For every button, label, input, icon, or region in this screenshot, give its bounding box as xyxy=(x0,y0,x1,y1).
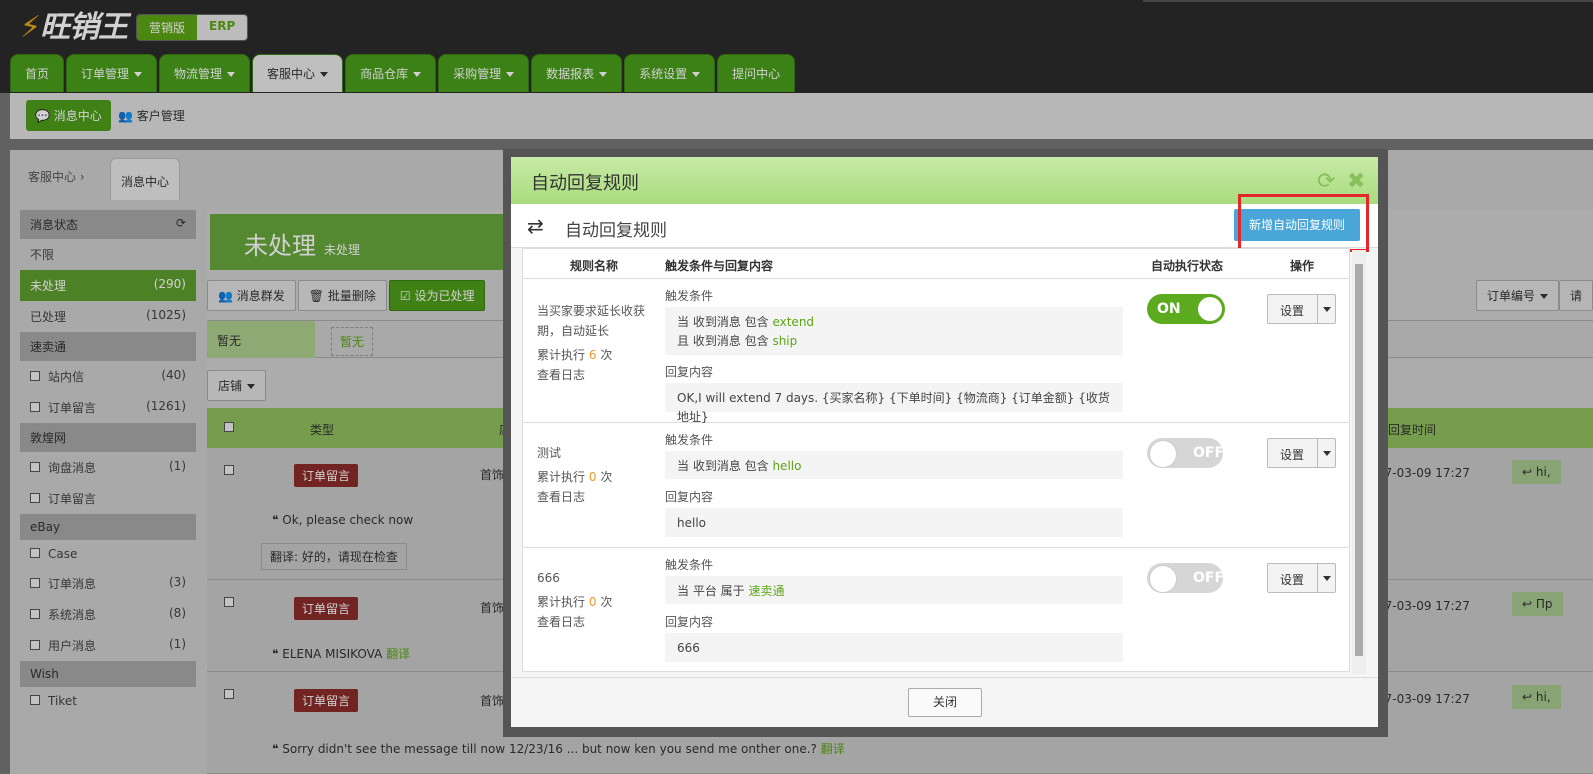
col-status: 自动执行状态 xyxy=(1151,259,1224,273)
exec-count: 累计执行 0 次 xyxy=(537,595,613,609)
condition-box: 当 平台 属于 速卖通 xyxy=(665,576,1123,604)
set-button[interactable]: 设置 xyxy=(1267,438,1336,468)
modal-footer: 关闭 xyxy=(511,677,1378,727)
rule-name: 测试 xyxy=(537,446,562,460)
reply-box: OK,I will extend 7 days. {买家名称} {下单时间} {… xyxy=(665,383,1123,424)
set-button[interactable]: 设置 xyxy=(1267,294,1336,324)
status-toggle[interactable]: OFF xyxy=(1147,438,1224,468)
chevron-down-icon[interactable] xyxy=(1317,295,1335,323)
modal-title: 自动回复规则 xyxy=(531,173,639,194)
view-log-link[interactable]: 查看日志 xyxy=(537,487,647,507)
condition-label: 触发条件 xyxy=(665,433,714,447)
condition-box: 当 收到消息 包含 extend 且 收到消息 包含 ship xyxy=(665,307,1123,355)
scrollbar-thumb[interactable] xyxy=(1355,264,1363,656)
refresh-icon[interactable]: ⟳ xyxy=(1317,169,1335,194)
set-button[interactable]: 设置 xyxy=(1267,563,1336,593)
exec-count: 累计执行 0 次 xyxy=(537,470,613,484)
view-log-link[interactable]: 查看日志 xyxy=(537,612,647,632)
retweet-icon: ⇄ xyxy=(527,214,544,238)
reply-label: 回复内容 xyxy=(665,365,714,379)
col-rule-name: 规则名称 xyxy=(570,259,619,273)
view-log-link[interactable]: 查看日志 xyxy=(537,365,647,385)
chevron-down-icon[interactable] xyxy=(1317,564,1335,592)
rules-table: 规则名称 触发条件与回复内容 自动执行状态 操作 当买家要求延长收获期，自动延长… xyxy=(522,248,1350,672)
reply-box: hello xyxy=(665,508,1123,537)
rule-name: 当买家要求延长收获期，自动延长 xyxy=(537,304,646,338)
reply-box: 666 xyxy=(665,633,1123,662)
condition-label: 触发条件 xyxy=(665,558,714,572)
close-icon[interactable]: ✖ xyxy=(1347,169,1365,194)
scrollbar[interactable] xyxy=(1352,250,1366,674)
rule-row: 测试 累计执行 0 次 查看日志 触发条件 当 收到消息 包含 hello 回复… xyxy=(523,423,1349,548)
highlight-box xyxy=(1238,194,1369,252)
col-operation: 操作 xyxy=(1290,259,1315,273)
auto-reply-modal: 自动回复规则 ⟳ ✖ ⇄ 自动回复规则 新增自动回复规则 规则名称 触发条件与回… xyxy=(511,157,1378,727)
rule-row: 666 累计执行 0 次 查看日志 触发条件 当 平台 属于 速卖通 回复内容 … xyxy=(523,548,1349,671)
condition-box: 当 收到消息 包含 hello xyxy=(665,451,1123,479)
rules-table-header: 规则名称 触发条件与回复内容 自动执行状态 操作 xyxy=(523,249,1349,279)
reply-label: 回复内容 xyxy=(665,615,714,629)
exec-count: 累计执行 6 次 xyxy=(537,348,613,362)
col-condition: 触发条件与回复内容 xyxy=(665,259,774,273)
modal-subtitle: 自动回复规则 xyxy=(565,221,667,241)
status-toggle[interactable]: OFF xyxy=(1147,563,1224,593)
condition-label: 触发条件 xyxy=(665,289,714,303)
close-button[interactable]: 关闭 xyxy=(908,688,982,717)
rule-name: 666 xyxy=(537,571,560,585)
status-toggle[interactable]: ON xyxy=(1147,294,1225,324)
chevron-down-icon[interactable] xyxy=(1317,439,1335,467)
reply-label: 回复内容 xyxy=(665,490,714,504)
rule-row: 当买家要求延长收获期，自动延长 累计执行 6 次 查看日志 触发条件 当 收到消… xyxy=(523,279,1349,424)
